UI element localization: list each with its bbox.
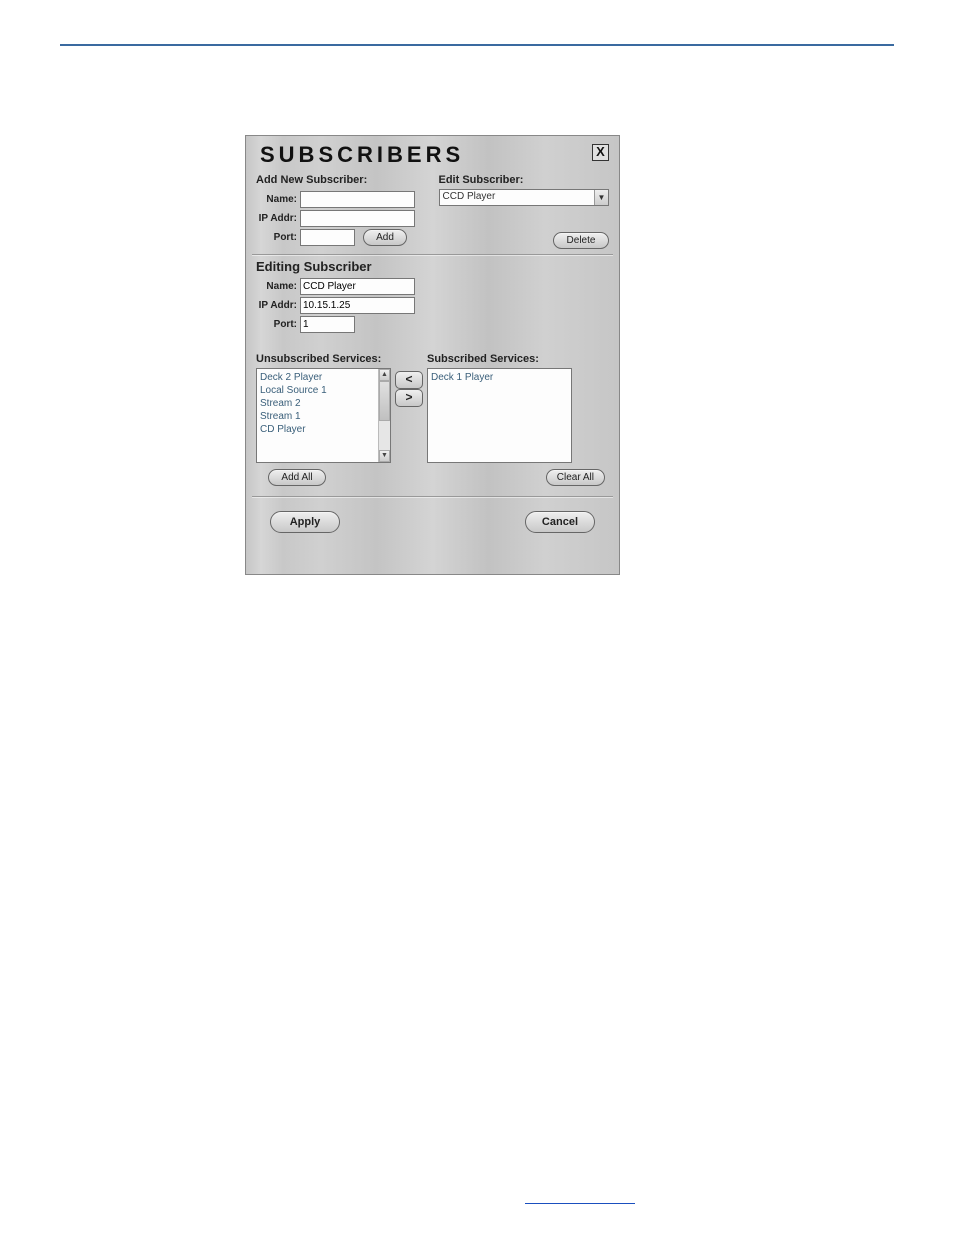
add-ip-input[interactable] — [300, 210, 415, 227]
panel-title: SUBSCRIBERS — [260, 142, 464, 168]
subscribers-panel: SUBSCRIBERS X Add New Subscriber: Name: … — [245, 135, 620, 575]
move-left-button[interactable]: < — [395, 371, 423, 389]
list-item[interactable]: Local Source 1 — [260, 384, 375, 397]
page-divider — [60, 44, 894, 46]
add-all-button[interactable]: Add All — [268, 469, 326, 486]
move-right-button[interactable]: > — [395, 389, 423, 407]
unsubscribed-listbox[interactable]: Deck 2 PlayerLocal Source 1Stream 2Strea… — [256, 368, 391, 463]
apply-button[interactable]: Apply — [270, 511, 340, 533]
subscribed-label: Subscribed Services: — [427, 351, 572, 368]
chevron-down-icon: ▼ — [594, 190, 608, 205]
add-name-label: Name: — [256, 194, 300, 205]
cancel-button[interactable]: Cancel — [525, 511, 595, 533]
scroll-up-icon[interactable]: ▲ — [379, 369, 390, 381]
editing-name-label: Name: — [256, 281, 300, 292]
list-item[interactable]: CD Player — [260, 423, 375, 436]
editing-ip-input[interactable] — [300, 297, 415, 314]
list-item[interactable]: Stream 1 — [260, 410, 375, 423]
scroll-thumb[interactable] — [379, 381, 390, 421]
add-button[interactable]: Add — [363, 229, 407, 246]
edit-subscriber-selected: CCD Player — [440, 190, 595, 205]
editing-ip-label: IP Addr: — [256, 300, 300, 311]
clear-all-button[interactable]: Clear All — [546, 469, 605, 486]
unsubscribed-label: Unsubscribed Services: — [256, 351, 391, 368]
editing-name-input[interactable] — [300, 278, 415, 295]
list-item[interactable]: Deck 1 Player — [431, 371, 568, 384]
edit-subscriber-select[interactable]: CCD Player ▼ — [439, 189, 610, 206]
editing-heading: Editing Subscriber — [246, 255, 619, 276]
add-port-label: Port: — [256, 232, 300, 243]
delete-button[interactable]: Delete — [553, 232, 609, 249]
scrollbar[interactable]: ▲ ▼ — [378, 369, 390, 462]
editing-port-input[interactable] — [300, 316, 355, 333]
scroll-down-icon[interactable]: ▼ — [379, 450, 390, 462]
close-button[interactable]: X — [592, 144, 609, 161]
list-item[interactable]: Stream 2 — [260, 397, 375, 410]
add-subscriber-heading: Add New Subscriber: — [256, 172, 427, 189]
edit-subscriber-heading: Edit Subscriber: — [439, 172, 610, 189]
add-name-input[interactable] — [300, 191, 415, 208]
list-item[interactable]: Deck 2 Player — [260, 371, 375, 384]
add-port-input[interactable] — [300, 229, 355, 246]
subscribed-listbox[interactable]: Deck 1 Player — [427, 368, 572, 463]
add-ip-label: IP Addr: — [256, 213, 300, 224]
footer-link[interactable] — [525, 1190, 635, 1204]
editing-port-label: Port: — [256, 319, 300, 330]
